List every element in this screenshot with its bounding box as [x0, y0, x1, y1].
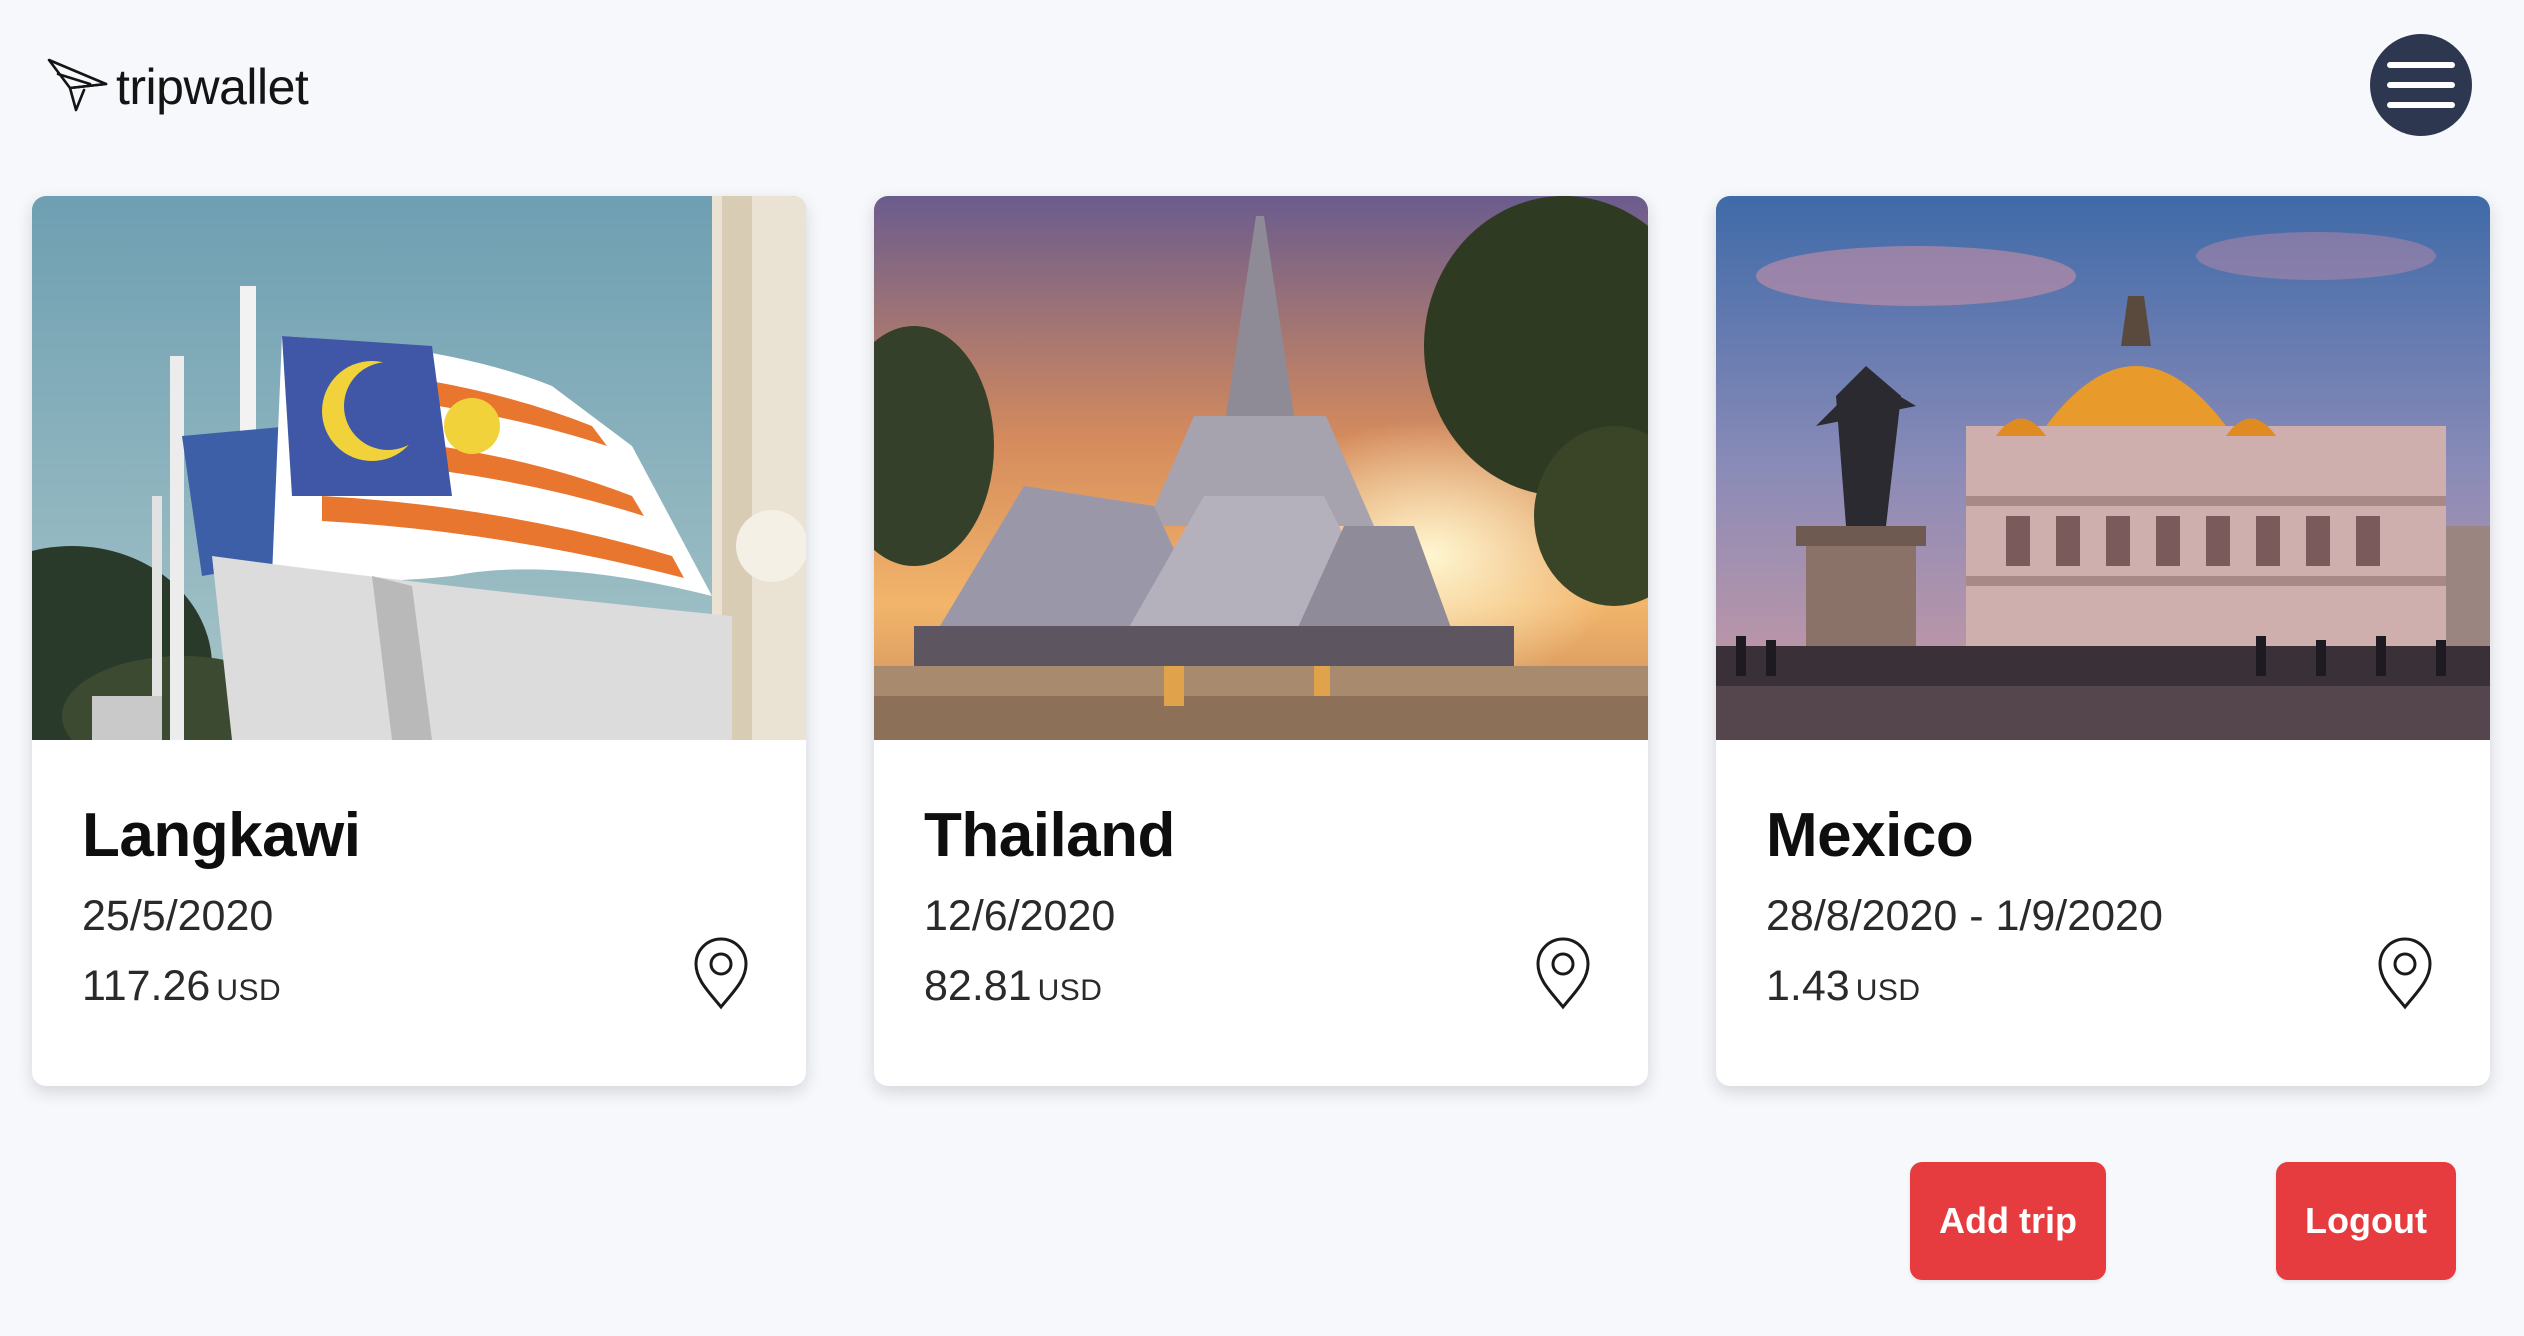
trip-name: Mexico [1766, 801, 1974, 870]
trip-amount-value: 82.81 [924, 962, 1032, 1010]
logout-button[interactable]: Logout [2276, 1162, 2456, 1280]
trip-currency: USD [216, 974, 282, 1007]
hamburger-bar [2387, 82, 2455, 88]
trip-card-thailand[interactable]: Thailand 12/6/2020 82.81 USD [874, 196, 1648, 1086]
trip-amount-value: 1.43 [1766, 962, 1850, 1010]
trip-photo [874, 196, 1648, 740]
trip-card-body: Langkawi 25/5/2020 117.26 USD [32, 740, 806, 1086]
add-trip-button[interactable]: Add trip [1910, 1162, 2106, 1280]
trip-name: Thailand [924, 801, 1175, 870]
menu-button[interactable] [2370, 34, 2472, 136]
trip-amount: 1.43 USD [1766, 962, 1921, 1011]
trip-amount: 82.81 USD [924, 962, 1102, 1011]
trip-card-body: Thailand 12/6/2020 82.81 USD [874, 740, 1648, 1086]
trip-amount: 117.26 USD [82, 962, 281, 1011]
trip-amount-value: 117.26 [82, 962, 211, 1010]
trip-name: Langkawi [82, 801, 361, 870]
location-pin-icon[interactable] [692, 936, 750, 1010]
logo[interactable]: tripwallet [46, 54, 309, 119]
hamburger-bar [2387, 102, 2455, 108]
paper-plane-icon [46, 54, 110, 119]
trip-card-langkawi[interactable]: Langkawi 25/5/2020 117.26 USD [32, 196, 806, 1086]
trip-currency: USD [1855, 974, 1921, 1007]
trip-dates: 25/5/2020 [82, 892, 274, 940]
trip-currency: USD [1037, 974, 1103, 1007]
trip-card-mexico[interactable]: Mexico 28/8/2020 - 1/9/2020 1.43 USD [1716, 196, 2490, 1086]
trip-photo [1716, 196, 2490, 740]
hamburger-menu-icon [2387, 62, 2455, 68]
location-pin-icon[interactable] [2376, 936, 2434, 1010]
trip-card-body: Mexico 28/8/2020 - 1/9/2020 1.43 USD [1716, 740, 2490, 1086]
logo-text: tripwallet [116, 58, 309, 115]
trip-dates: 28/8/2020 - 1/9/2020 [1766, 892, 2163, 940]
location-pin-icon[interactable] [1534, 936, 1592, 1010]
trip-dates: 12/6/2020 [924, 892, 1116, 940]
trip-photo [32, 196, 806, 740]
